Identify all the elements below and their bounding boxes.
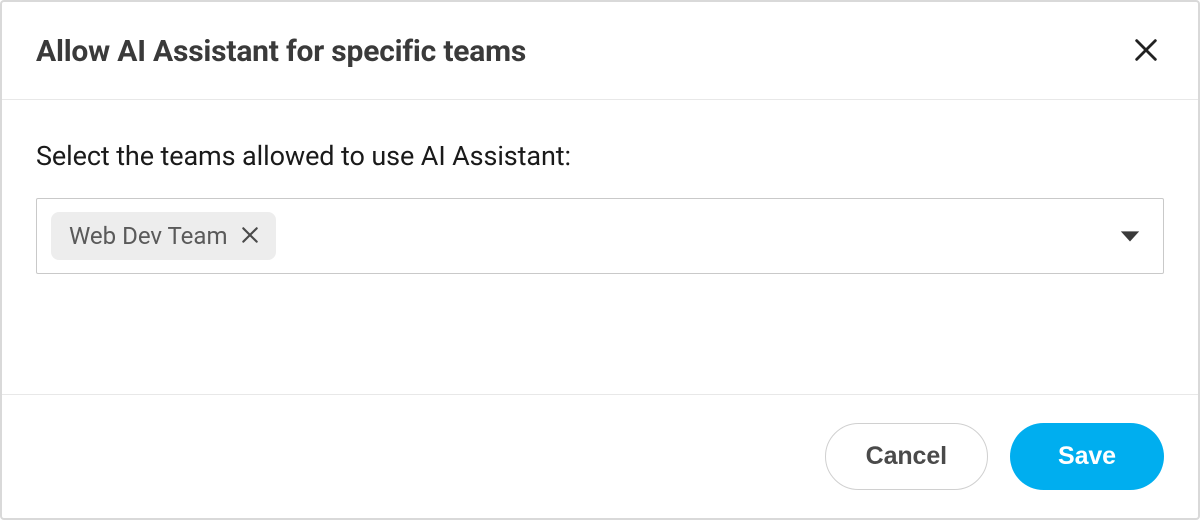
close-icon xyxy=(240,225,260,248)
save-button[interactable]: Save xyxy=(1010,423,1164,490)
close-icon xyxy=(1132,36,1160,67)
team-select[interactable]: Web Dev Team xyxy=(36,198,1164,274)
cancel-button[interactable]: Cancel xyxy=(825,423,988,490)
selected-chips: Web Dev Team xyxy=(51,212,276,260)
dialog-footer: Cancel Save xyxy=(2,394,1198,518)
close-button[interactable] xyxy=(1128,32,1164,71)
dialog: Allow AI Assistant for specific teams Se… xyxy=(0,0,1200,520)
dialog-header: Allow AI Assistant for specific teams xyxy=(2,2,1198,100)
dialog-body: Select the teams allowed to use AI Assis… xyxy=(2,100,1198,394)
chip-remove-button[interactable] xyxy=(238,223,262,250)
chip-label: Web Dev Team xyxy=(69,222,228,250)
field-label: Select the teams allowed to use AI Assis… xyxy=(36,140,1164,172)
dialog-title: Allow AI Assistant for specific teams xyxy=(36,34,526,69)
chevron-down-icon xyxy=(1119,229,1147,243)
team-chip: Web Dev Team xyxy=(51,212,276,260)
